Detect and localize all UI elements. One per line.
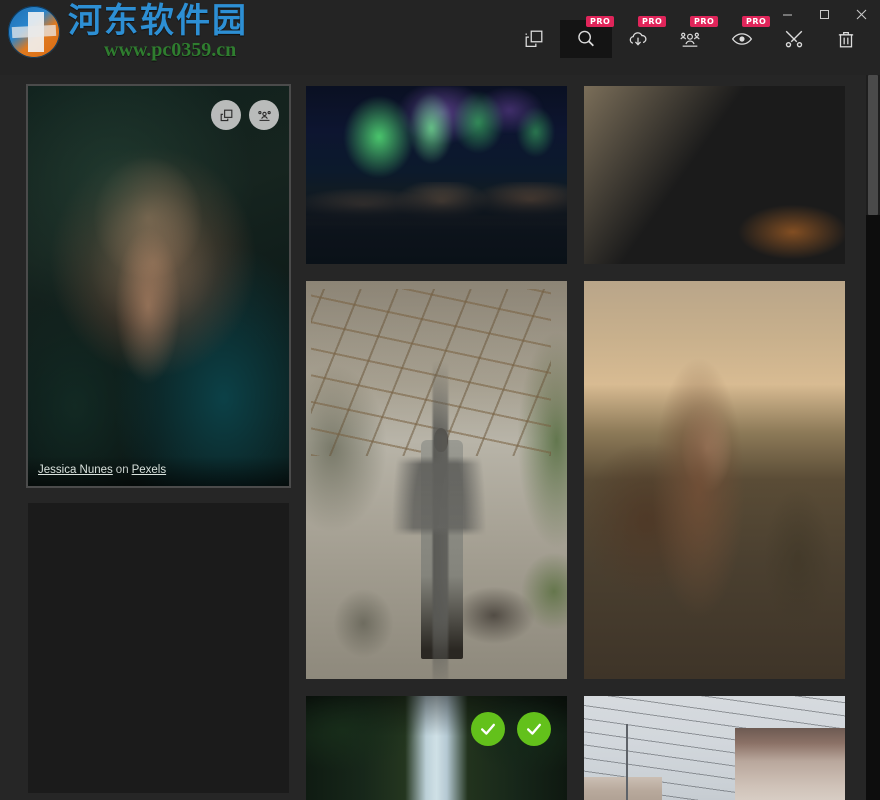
gallery-column-3 [584, 86, 845, 800]
attribution-author-link[interactable]: Jessica Nunes [38, 464, 113, 476]
thumbnail [28, 86, 289, 486]
toolbar-button-resize[interactable] [508, 20, 560, 58]
image-gallery[interactable]: Jessica Nunes on Pexels [0, 75, 880, 800]
vertical-scrollbar[interactable] [866, 75, 880, 800]
photo-city-powerlines [584, 696, 845, 800]
thumbnail [306, 281, 567, 679]
image-card-city-wires[interactable] [584, 696, 845, 800]
thumbnail [306, 86, 567, 264]
photo-detail-scaffold [311, 288, 552, 457]
gallery-column-1: Jessica Nunes on Pexels [26, 84, 291, 800]
check-icon [481, 723, 495, 735]
image-card-industrial-suit[interactable] [306, 281, 567, 679]
attribution-source-link[interactable]: Pexels [132, 464, 167, 476]
resize-image-icon [525, 30, 543, 47]
thumbnail [584, 86, 845, 264]
selection-checkmarks [471, 712, 551, 746]
pro-badge: PRO [586, 16, 615, 27]
image-card-waterfall[interactable] [306, 696, 567, 800]
maximize-icon [820, 9, 829, 19]
attribution-connector: on [115, 464, 129, 476]
thumbnail [28, 503, 289, 793]
toolbar-button-preview[interactable]: PRO [716, 16, 771, 58]
toolbar-button-face-detect[interactable]: PRO [664, 16, 719, 58]
resize-image-icon [220, 109, 232, 121]
main-toolbar: PRO PRO PRO PRO [508, 16, 872, 58]
photo-portrait-forest [28, 86, 289, 486]
image-attribution: Jessica Nunes on Pexels [28, 456, 289, 486]
site-url: www.pc0359.cn [104, 39, 237, 61]
minimize-icon [783, 14, 792, 15]
photo-industrial-portrait [306, 281, 567, 679]
close-icon [856, 9, 867, 19]
people-detection-icon [257, 110, 271, 121]
hedong-software-park-logo [8, 6, 60, 58]
toolbar-button-delete[interactable] [820, 20, 872, 58]
photo-white-flower [584, 86, 845, 264]
site-name-cn: 河东软件园 [68, 1, 248, 41]
photo-detail-figure [420, 440, 463, 660]
cloud-download-icon [629, 32, 647, 46]
toolbar-button-tools[interactable] [768, 20, 820, 58]
photo-detail-building-left [584, 776, 663, 800]
card-face-detect-button[interactable] [249, 100, 279, 130]
toolbar-button-search[interactable]: PRO [560, 16, 615, 58]
eye-preview-icon [731, 33, 753, 45]
photo-detail-utility-pole [625, 723, 628, 800]
photo-aurora-borealis [306, 86, 567, 264]
toolbar-button-download[interactable]: PRO [612, 16, 667, 58]
masonry-grid: Jessica Nunes on Pexels [0, 75, 866, 800]
checkmark-badge[interactable] [471, 712, 505, 746]
image-card-aurora[interactable] [306, 86, 567, 264]
check-icon [527, 723, 541, 735]
pro-badge: PRO [690, 16, 719, 27]
photo-smoke-portrait [28, 503, 289, 793]
scrollbar-thumb[interactable] [868, 75, 878, 215]
image-card-smoke-portrait[interactable] [28, 503, 289, 793]
photo-detail-head [433, 428, 449, 453]
thumbnail [584, 696, 845, 800]
pro-badge: PRO [742, 16, 771, 27]
thumbnail [584, 281, 845, 679]
checkmark-badge[interactable] [517, 712, 551, 746]
branding-text: 河东软件园 www.pc0359.cn [68, 4, 248, 60]
branding-watermark: 河东软件园 www.pc0359.cn [8, 4, 248, 60]
application-window: 河东软件园 www.pc0359.cn PRO PRO PRO PRO Jess… [0, 0, 880, 800]
title-bar: 河东软件园 www.pc0359.cn PRO PRO PRO PRO [0, 0, 880, 75]
people-detection-icon [680, 32, 700, 47]
pro-badge: PRO [638, 16, 667, 27]
scrollbar-track[interactable] [866, 215, 880, 800]
trash-icon [838, 31, 854, 48]
tools-icon [785, 30, 803, 48]
photo-woman-with-flowers [584, 281, 845, 679]
image-card-white-flower[interactable] [584, 86, 845, 264]
image-card-flower-girl[interactable] [584, 281, 845, 679]
gallery-column-2 [306, 86, 567, 800]
card-hover-actions [211, 100, 279, 130]
search-magnifier-icon [578, 30, 594, 47]
card-resize-button[interactable] [211, 100, 241, 130]
image-card-portrait-forest[interactable]: Jessica Nunes on Pexels [26, 84, 291, 488]
